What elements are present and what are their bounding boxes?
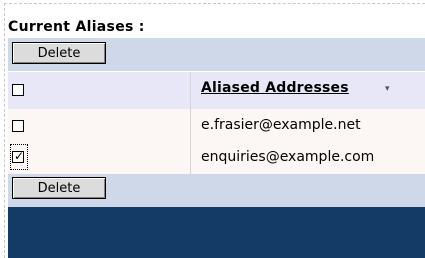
row-checkbox[interactable]: ✓: [12, 149, 25, 163]
delete-button-top[interactable]: Delete: [12, 42, 106, 64]
aliased-address-cell: e.frasier@example.net: [201, 117, 361, 133]
column-divider: [190, 109, 191, 143]
table-row: ✓ enquiries@example.com: [8, 143, 425, 174]
column-header-aliased-addresses[interactable]: Aliased Addresses: [201, 80, 349, 96]
table-row: e.frasier@example.net: [8, 109, 425, 143]
toolbar-top: Delete: [8, 38, 425, 71]
sort-down-icon[interactable]: ▾: [385, 84, 390, 94]
row-checkbox[interactable]: [12, 120, 24, 132]
column-divider: [190, 72, 191, 109]
panel-border-top: [4, 3, 425, 4]
panel-border-left: [4, 3, 5, 258]
toolbar-bottom: Delete: [8, 174, 425, 207]
section-title: Current Aliases :: [8, 19, 145, 35]
delete-button-bottom[interactable]: Delete: [12, 177, 106, 199]
checkmark-icon: ✓: [13, 149, 25, 163]
aliased-address-cell: enquiries@example.com: [201, 149, 375, 165]
footer-bar: [8, 207, 425, 258]
select-all-checkbox[interactable]: [12, 84, 24, 96]
column-divider: [190, 143, 191, 174]
table-header-row: Aliased Addresses ▾: [8, 72, 425, 109]
